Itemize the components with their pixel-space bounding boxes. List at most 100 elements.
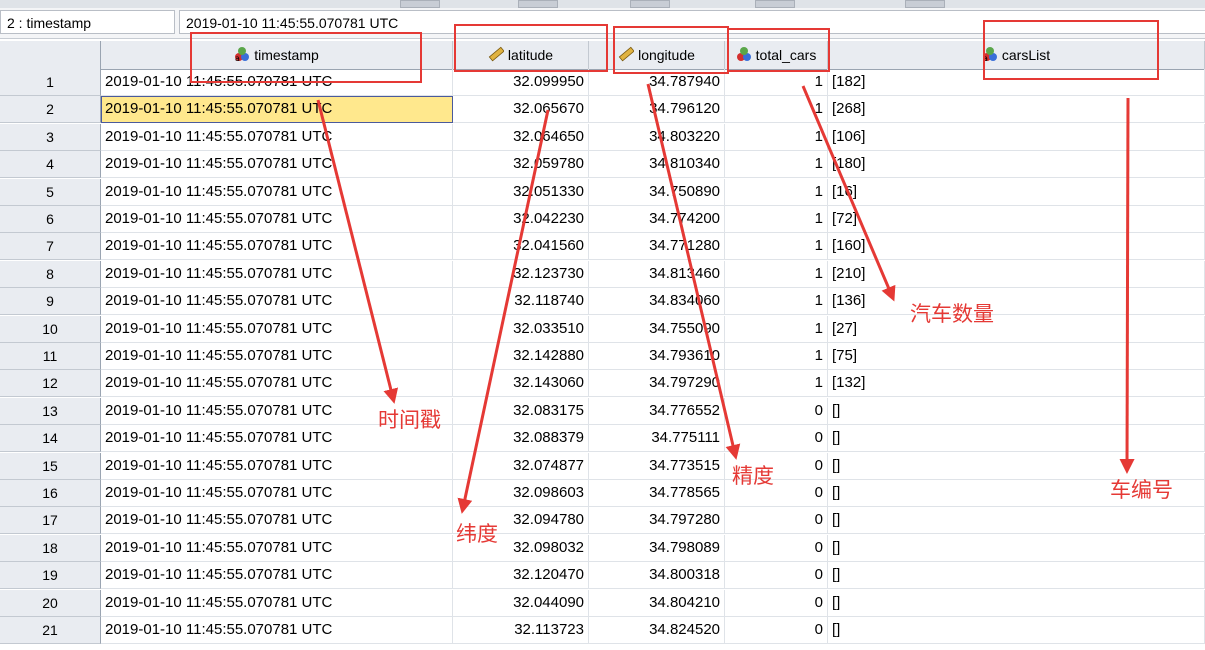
cell-carslist[interactable]: [16] (828, 178, 1205, 206)
cell-latitude[interactable]: 32.118740 (453, 288, 589, 316)
cell-latitude[interactable]: 32.074877 (453, 452, 589, 480)
cell-longitude[interactable]: 34.797280 (589, 507, 725, 535)
cell-carslist[interactable]: [132] (828, 370, 1205, 398)
cell-total-cars[interactable]: 1 (725, 260, 828, 288)
cell-timestamp[interactable]: 2019-01-10 11:45:55.070781 UTC (101, 370, 453, 398)
cell-longitude[interactable]: 34.803220 (589, 123, 725, 151)
toolbar-button[interactable] (755, 0, 795, 8)
cell-total-cars[interactable]: 1 (725, 123, 828, 151)
cell-carslist[interactable]: [] (828, 617, 1205, 644)
cell-total-cars[interactable]: 0 (725, 534, 828, 562)
toolbar-button[interactable] (630, 0, 670, 8)
cell-carslist[interactable]: [136] (828, 288, 1205, 316)
row-header[interactable]: 8 (0, 260, 101, 288)
row-header[interactable]: 18 (0, 534, 101, 562)
row-header[interactable]: 13 (0, 397, 101, 425)
cell-latitude[interactable]: 32.143060 (453, 370, 589, 398)
cell-longitude[interactable]: 34.755090 (589, 315, 725, 343)
cell-total-cars[interactable]: 1 (725, 315, 828, 343)
cell-timestamp[interactable]: 2019-01-10 11:45:55.070781 UTC (101, 260, 453, 288)
cell-longitude[interactable]: 34.800318 (589, 562, 725, 590)
cell-carslist[interactable]: [160] (828, 233, 1205, 261)
cell-timestamp[interactable]: 2019-01-10 11:45:55.070781 UTC (101, 96, 453, 124)
cell-carslist[interactable]: [106] (828, 123, 1205, 151)
row-header[interactable]: 10 (0, 315, 101, 343)
cell-total-cars[interactable]: 0 (725, 507, 828, 535)
cell-total-cars[interactable]: 0 (725, 425, 828, 453)
cell-latitude[interactable]: 32.099950 (453, 69, 589, 96)
row-header[interactable]: 20 (0, 589, 101, 617)
row-header[interactable]: 19 (0, 562, 101, 590)
cell-carslist[interactable]: [268] (828, 96, 1205, 124)
row-header[interactable]: 21 (0, 617, 101, 644)
cell-total-cars[interactable]: 1 (725, 343, 828, 370)
cell-latitude[interactable]: 32.041560 (453, 233, 589, 261)
row-header[interactable]: 3 (0, 123, 101, 151)
cell-latitude[interactable]: 32.051330 (453, 178, 589, 206)
cell-total-cars[interactable]: 0 (725, 589, 828, 617)
cell-carslist[interactable]: [] (828, 425, 1205, 453)
row-header[interactable]: 7 (0, 233, 101, 261)
cell-carslist[interactable]: [] (828, 589, 1205, 617)
cell-total-cars[interactable]: 1 (725, 288, 828, 316)
cell-timestamp[interactable]: 2019-01-10 11:45:55.070781 UTC (101, 589, 453, 617)
cell-carslist[interactable]: [27] (828, 315, 1205, 343)
row-header[interactable]: 4 (0, 151, 101, 179)
row-header[interactable]: 2 (0, 96, 101, 124)
cell-timestamp[interactable]: 2019-01-10 11:45:55.070781 UTC (101, 562, 453, 590)
cell-timestamp[interactable]: 2019-01-10 11:45:55.070781 UTC (101, 233, 453, 261)
cell-latitude[interactable]: 32.142880 (453, 343, 589, 370)
row-header[interactable]: 17 (0, 507, 101, 535)
cell-latitude[interactable]: 32.113723 (453, 617, 589, 644)
row-header[interactable]: 14 (0, 425, 101, 453)
cell-longitude[interactable]: 34.773515 (589, 452, 725, 480)
cell-carslist[interactable]: [] (828, 534, 1205, 562)
cell-latitude[interactable]: 32.033510 (453, 315, 589, 343)
cell-longitude[interactable]: 34.796120 (589, 96, 725, 124)
cell-timestamp[interactable]: 2019-01-10 11:45:55.070781 UTC (101, 507, 453, 535)
cell-carslist[interactable]: [75] (828, 343, 1205, 370)
cell-longitude[interactable]: 34.793610 (589, 343, 725, 370)
cell-longitude[interactable]: 34.750890 (589, 178, 725, 206)
row-header[interactable]: 12 (0, 370, 101, 398)
row-header[interactable]: 16 (0, 480, 101, 507)
row-header[interactable]: 5 (0, 178, 101, 206)
cell-total-cars[interactable]: 1 (725, 233, 828, 261)
cell-total-cars[interactable]: 1 (725, 206, 828, 233)
toolbar-button[interactable] (905, 0, 945, 8)
cell-total-cars[interactable]: 1 (725, 151, 828, 179)
row-header[interactable]: 11 (0, 343, 101, 370)
cell-longitude[interactable]: 34.771280 (589, 233, 725, 261)
cell-timestamp[interactable]: 2019-01-10 11:45:55.070781 UTC (101, 123, 453, 151)
cell-total-cars[interactable]: 0 (725, 562, 828, 590)
cell-carslist[interactable]: [] (828, 397, 1205, 425)
cell-latitude[interactable]: 32.044090 (453, 589, 589, 617)
cell-longitude[interactable]: 34.810340 (589, 151, 725, 179)
cell-latitude[interactable]: 32.083175 (453, 397, 589, 425)
cell-latitude[interactable]: 32.064650 (453, 123, 589, 151)
cell-longitude[interactable]: 34.834060 (589, 288, 725, 316)
cell-longitude[interactable]: 34.775111 (589, 425, 725, 453)
cell-latitude[interactable]: 32.042230 (453, 206, 589, 233)
cell-latitude[interactable]: 32.123730 (453, 260, 589, 288)
cell-longitude[interactable]: 34.797290 (589, 370, 725, 398)
cell-timestamp[interactable]: 2019-01-10 11:45:55.070781 UTC (101, 534, 453, 562)
cell-longitude[interactable]: 34.778565 (589, 480, 725, 507)
cell-total-cars[interactable]: 0 (725, 617, 828, 644)
row-header[interactable]: 6 (0, 206, 101, 233)
cell-longitude[interactable]: 34.824520 (589, 617, 725, 644)
cell-latitude[interactable]: 32.059780 (453, 151, 589, 179)
row-header[interactable]: 1 (0, 69, 101, 96)
toolbar-button[interactable] (400, 0, 440, 8)
cell-timestamp[interactable]: 2019-01-10 11:45:55.070781 UTC (101, 452, 453, 480)
cell-total-cars[interactable]: 1 (725, 370, 828, 398)
cell-latitude[interactable]: 32.120470 (453, 562, 589, 590)
cell-latitude[interactable]: 32.088379 (453, 425, 589, 453)
cell-timestamp[interactable]: 2019-01-10 11:45:55.070781 UTC (101, 151, 453, 179)
cell-longitude[interactable]: 34.804210 (589, 589, 725, 617)
cell-carslist[interactable]: [] (828, 507, 1205, 535)
cell-longitude[interactable]: 34.798089 (589, 534, 725, 562)
cell-carslist[interactable]: [] (828, 562, 1205, 590)
cell-timestamp[interactable]: 2019-01-10 11:45:55.070781 UTC (101, 315, 453, 343)
toolbar-button[interactable] (518, 0, 558, 8)
